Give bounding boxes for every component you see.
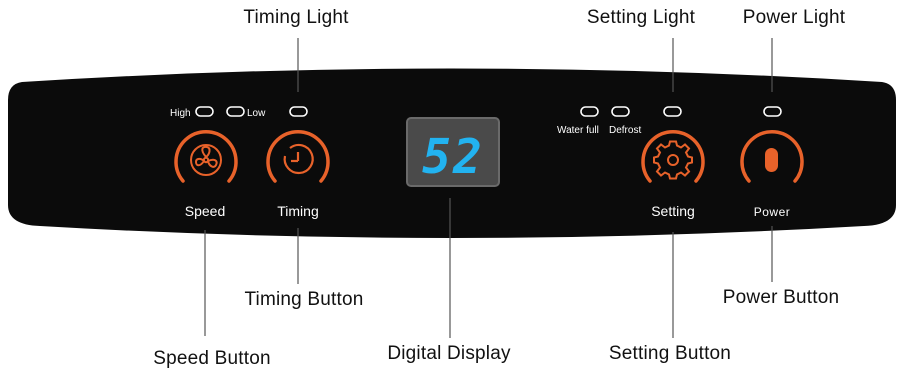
power-label: Power	[754, 205, 791, 219]
water-full-label: Water full	[557, 125, 599, 136]
callout-timing-button: Timing Button	[244, 289, 364, 310]
callout-power-button: Power Button	[722, 287, 840, 308]
low-label: Low	[247, 108, 266, 119]
callout-digital-display: Digital Display	[387, 343, 511, 364]
callout-timing-light: Timing Light	[243, 7, 349, 28]
setting-label: Setting	[651, 203, 695, 219]
speed-label: Speed	[185, 203, 225, 219]
timing-label: Timing	[277, 203, 319, 219]
control-panel-diagram: High Low Water full Defrost Speed Timing…	[8, 38, 896, 338]
callout-setting-button: Setting Button	[608, 343, 732, 364]
callout-power-light: Power Light	[742, 7, 846, 28]
high-label: High	[170, 108, 191, 119]
digital-display: 52	[406, 117, 500, 187]
callout-setting-light: Setting Light	[586, 7, 696, 28]
defrost-label: Defrost	[609, 125, 641, 136]
power-icon	[765, 148, 778, 172]
display-value: 52	[422, 129, 484, 185]
callout-speed-button: Speed Button	[153, 348, 271, 369]
